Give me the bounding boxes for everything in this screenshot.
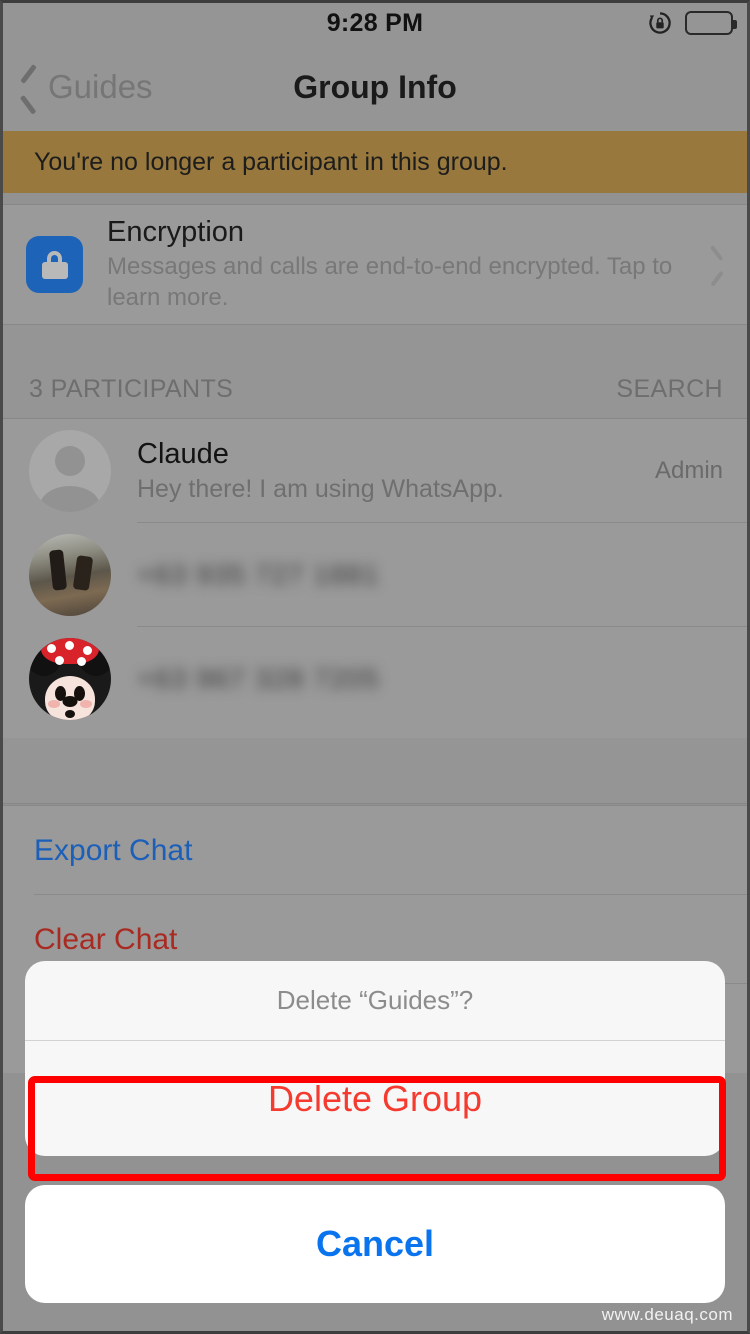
- encryption-texts: Encryption Messages and calls are end-to…: [107, 216, 709, 314]
- back-button-label: Guides: [48, 68, 153, 105]
- photo-avatar-minnie-mouse: [29, 638, 111, 720]
- participants-list: Claude Hey there! I am using WhatsApp. A…: [3, 418, 747, 738]
- participant-admin-badge: Admin: [654, 457, 723, 484]
- section-spacer: [3, 738, 747, 804]
- chevron-right-icon: [709, 252, 723, 278]
- action-sheet-title: Delete “Guides”?: [25, 961, 725, 1041]
- participant-info: Claude Hey there! I am using WhatsApp.: [137, 438, 655, 503]
- participant-name: Claude: [137, 438, 229, 471]
- left-group-banner-text: You're no longer a participant in this g…: [34, 147, 508, 176]
- battery-full-icon: [685, 11, 737, 35]
- participant-phone-number: +63 967 328 7205: [137, 663, 380, 694]
- export-chat-label: Export Chat: [34, 833, 193, 867]
- watermark: www.deuaq.com: [601, 1305, 733, 1324]
- delete-group-button[interactable]: Delete Group: [25, 1041, 725, 1156]
- cancel-button[interactable]: Cancel: [25, 1185, 725, 1303]
- export-chat-row[interactable]: Export Chat: [3, 806, 747, 895]
- participant-row[interactable]: Claude Hey there! I am using WhatsApp. A…: [3, 419, 747, 523]
- photo-avatar-landscape: [29, 534, 111, 616]
- participant-phone-number: +63 935 727 1881: [137, 559, 380, 590]
- status-bar-indicators: [647, 10, 737, 36]
- chevron-left-icon: [21, 72, 38, 103]
- navigation-bar: Guides Group Info: [3, 43, 747, 131]
- default-person-avatar: [29, 430, 111, 512]
- lock-icon: [26, 236, 83, 293]
- participants-header: 3 PARTICIPANTS SEARCH: [3, 325, 747, 418]
- participant-info: +63 967 328 7205: [137, 663, 747, 695]
- status-bar: 9:28 PM: [3, 3, 747, 43]
- participant-info: +63 935 727 1881: [137, 559, 747, 591]
- participant-row[interactable]: +63 967 328 7205: [3, 627, 747, 731]
- participant-row[interactable]: +63 935 727 1881: [3, 523, 747, 627]
- clear-chat-label: Clear Chat: [34, 922, 178, 956]
- participants-count-label: 3 PARTICIPANTS: [29, 375, 234, 403]
- participant-status: Hey there! I am using WhatsApp.: [137, 474, 504, 503]
- left-group-banner: You're no longer a participant in this g…: [3, 131, 747, 193]
- encryption-subtitle: Messages and calls are end-to-end encryp…: [107, 252, 673, 311]
- phone-screen: 9:28 PM Guides Group Info You're no long: [0, 0, 750, 1334]
- participants-search-button[interactable]: SEARCH: [616, 375, 723, 404]
- rotation-lock-icon: [647, 10, 673, 36]
- delete-group-action-sheet: Delete “Guides”? Delete Group: [25, 961, 725, 1156]
- encryption-title: Encryption: [107, 215, 245, 248]
- status-bar-time: 9:28 PM: [326, 8, 424, 37]
- back-button[interactable]: Guides: [21, 68, 153, 106]
- encryption-row[interactable]: Encryption Messages and calls are end-to…: [3, 204, 747, 325]
